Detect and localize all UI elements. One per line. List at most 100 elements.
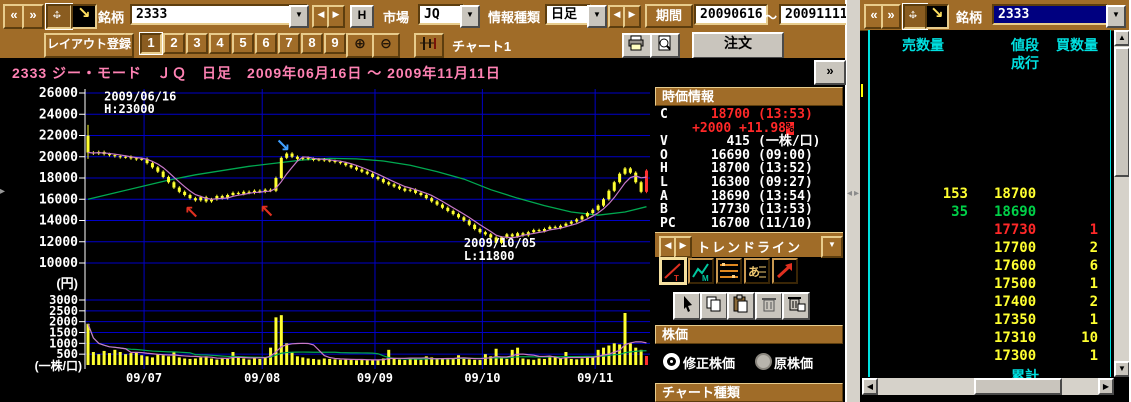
book-row-18690[interactable]: 3518690 [870, 203, 1110, 221]
order-button[interactable]: 注文 [692, 32, 784, 59]
price-chart-canvas[interactable]: 1000012000140001600018000200002200024000… [0, 85, 655, 402]
book-row-17400[interactable]: 174002 [870, 293, 1110, 311]
layout-5-button[interactable]: 5 [232, 33, 254, 54]
spacer [1056, 54, 1102, 72]
book-row-17700[interactable]: 177002 [870, 239, 1110, 257]
copy-button[interactable] [700, 292, 728, 320]
scroll-down-button[interactable]: ▼ [1114, 361, 1130, 377]
book-row-17730[interactable]: 177301 [870, 221, 1110, 239]
info-type-dropdown-button[interactable]: ▼ [587, 5, 607, 28]
chart-title-bar: 2333 ジー・モード ＪＱ 日足 2009年06月16日 ～ 2009年11月… [0, 58, 845, 85]
layout-8-button[interactable]: 8 [301, 33, 323, 54]
board-window: « » ↔ ↕ ↘ 銘柄 2333 ▼ 売数量 値段 買数量 成行 153187 [860, 0, 1131, 402]
price-level: 17500 [994, 275, 1056, 293]
layout-register-button[interactable]: レイアウト登録 [44, 33, 134, 58]
vertical-scroll-thumb[interactable] [1114, 47, 1130, 177]
symbol-next-button[interactable]: ▶ [327, 5, 345, 28]
layout-2-button[interactable]: 2 [163, 33, 185, 54]
buy-qty: 10 [1056, 329, 1102, 347]
board-move-window-icon[interactable]: ↔ ↕ [903, 4, 927, 29]
raw-price-radio[interactable] [755, 353, 772, 370]
chart-switch-icon[interactable] [414, 33, 444, 58]
expand-right-button[interactable]: » [22, 4, 44, 29]
pointer-tool-button[interactable] [673, 292, 701, 320]
fib-lines-tool-button[interactable] [716, 258, 742, 284]
raw-price-label[interactable]: 原株価 [774, 353, 813, 372]
quote-note: (13:53) [758, 108, 813, 122]
preview-icon [655, 35, 675, 51]
left-splitter-arrow[interactable]: ▸ [0, 186, 5, 197]
layout-4-button[interactable]: 4 [209, 33, 231, 54]
period-next-button[interactable]: ▶ [623, 5, 641, 28]
trendline-tool-button[interactable]: T [660, 258, 686, 284]
price-level: 17600 [994, 257, 1056, 275]
splitter-collapse-arrow[interactable]: ◂ [847, 188, 852, 199]
period-from-input[interactable]: 20090616 [694, 4, 768, 25]
board-vertical-scrollbar[interactable]: ▲ ▼ [1114, 30, 1130, 377]
zoom-out-button[interactable]: ⊖ [372, 33, 400, 58]
horizontal-scroll-thumb[interactable] [974, 378, 1062, 395]
move-window-icon[interactable]: ↔ ↕ [46, 4, 72, 29]
board-expand-button[interactable]: » [881, 4, 901, 29]
paste-icon [731, 294, 751, 314]
layout-1-button[interactable]: 1 [140, 33, 162, 54]
print-button[interactable] [622, 33, 652, 58]
period-to-input[interactable]: 20091111 [779, 4, 850, 25]
main-toolbar: « » ↔ ↕ ↘ 銘柄 2333 ▼ ◀ ▶ H 市場 JQ ▼ 情報種類 日… [0, 0, 845, 31]
book-header-row: 売数量 値段 買数量 [870, 36, 1110, 54]
book-row-17300[interactable]: 173001 [870, 347, 1110, 365]
book-row-17310[interactable]: 1731010 [870, 329, 1110, 347]
text-tool-button[interactable]: あ [744, 258, 770, 284]
book-row-18700[interactable]: 15318700 [870, 185, 1110, 203]
quote-panel-header: 時価情報 [655, 87, 843, 106]
quote-label: O [655, 149, 688, 163]
scroll-up-button[interactable]: ▲ [1114, 30, 1130, 46]
expand-panel-button[interactable]: » [814, 60, 846, 85]
zoom-in-button[interactable]: ⊕ [346, 33, 374, 58]
market-select[interactable]: JQ [418, 4, 464, 25]
quote-value: 18700 [688, 108, 750, 122]
link-window-icon[interactable]: ↘ [71, 4, 97, 29]
board-symbol-dropdown-button[interactable]: ▼ [1106, 5, 1126, 28]
copy-icon [704, 294, 724, 314]
board-horizontal-scrollbar[interactable]: ◀ ▶ [862, 378, 1114, 395]
symbol-dropdown-button[interactable]: ▼ [289, 5, 309, 28]
board-toolbar: « » ↔ ↕ ↘ 銘柄 2333 ▼ [860, 0, 1131, 31]
price-level: 17310 [994, 329, 1056, 347]
book-row-17500[interactable]: 175001 [870, 275, 1110, 293]
layout-6-button[interactable]: 6 [255, 33, 277, 54]
info-type-select[interactable]: 日足 [545, 4, 591, 25]
symbol-input[interactable]: 2333 [130, 4, 308, 25]
delete-all-button[interactable] [782, 292, 810, 320]
board-link-window-icon[interactable]: ↘ [925, 4, 949, 29]
book-row-17600[interactable]: 176006 [870, 257, 1110, 275]
svg-text:↘: ↘ [275, 135, 290, 155]
layout-9-button[interactable]: 9 [324, 33, 346, 54]
adjusted-price-label[interactable]: 修正株価 [683, 353, 735, 372]
delete-button[interactable] [755, 292, 783, 320]
book-row-17350[interactable]: 173501 [870, 311, 1110, 329]
scroll-left-button[interactable]: ◀ [862, 378, 878, 395]
history-button[interactable]: H [350, 5, 374, 28]
arrow-tool-button[interactable] [772, 258, 798, 284]
zigzag-tool-button[interactable]: M [688, 258, 714, 284]
price-mode-panel: 修正株価 原株価 [655, 344, 843, 383]
scroll-right-button[interactable]: ▶ [1098, 378, 1114, 395]
quote-label: C [655, 108, 688, 122]
layout-3-button[interactable]: 3 [186, 33, 208, 54]
period-label: 期間 [645, 4, 693, 28]
svg-text:18000: 18000 [39, 171, 78, 186]
svg-text:24000: 24000 [39, 107, 78, 122]
quote-row-A: A18690(13:54) [655, 190, 843, 204]
print-preview-button[interactable] [650, 33, 680, 58]
trendline-dropdown-button[interactable]: ▼ [821, 236, 843, 258]
price-mode-header: 株価 [655, 325, 843, 344]
paste-button[interactable] [727, 292, 755, 320]
adjusted-price-radio[interactable] [663, 353, 680, 370]
splitter-expand-arrow[interactable]: ▸ [854, 188, 859, 199]
svg-text:L:11800: L:11800 [464, 249, 515, 263]
layout-7-button[interactable]: 7 [278, 33, 300, 54]
trend-next-button[interactable]: ▶ [674, 236, 692, 258]
board-symbol-input[interactable]: 2333 [992, 4, 1108, 25]
market-dropdown-button[interactable]: ▼ [460, 5, 480, 28]
